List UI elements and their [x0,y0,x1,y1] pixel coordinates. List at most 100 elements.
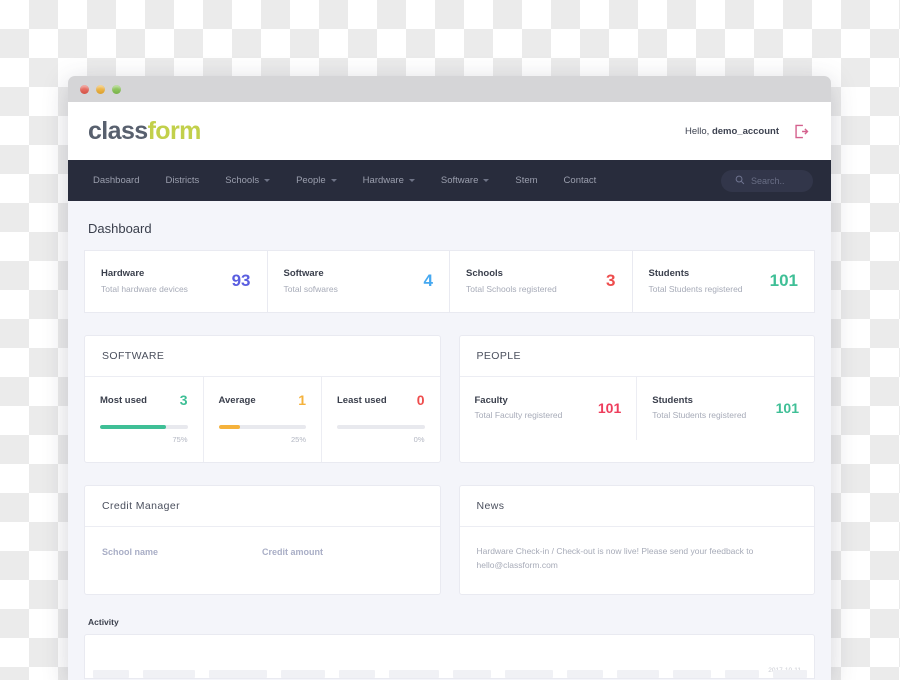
people-faculty-text: Faculty Total Faculty registered [475,395,563,420]
progress-fill [218,425,241,429]
search-placeholder: Search.. [751,175,785,186]
software-least-used[interactable]: Least used 0 0% [322,377,440,462]
stat-card-hardware[interactable]: Hardware Total hardware devices 93 [84,250,267,313]
app-header: classform Hello, demo_account [68,102,831,160]
stat-label: Schools [466,268,503,279]
placeholder-block [505,670,553,679]
credit-manager-title: Credit Manager [85,486,440,527]
nav-label: Dashboard [93,175,140,186]
software-most-used-top: Most used 3 [100,392,188,408]
nav-label: Stem [515,175,538,186]
stat-sublabel: Total hardware devices [101,284,188,294]
nav-item-people[interactable]: People [283,175,350,186]
nav-label: Districts [165,175,200,186]
stat-card-students[interactable]: Students Total Students registered 101 [631,250,815,313]
maximize-window-icon[interactable] [112,84,121,94]
placeholder-block [389,670,439,679]
chevron-down-icon [330,179,337,182]
placeholder-block [673,670,711,679]
search-box[interactable]: Search.. [721,169,813,192]
stat-card-software[interactable]: Software Total sofwares 4 [266,250,449,313]
metric-label: Students [652,395,693,406]
stat-card-schools[interactable]: Schools Total Schools registered 3 [449,250,632,313]
main-navigation: Dashboard Districts Schools People Hardw… [68,160,831,201]
placeholder-block [209,670,267,679]
nav-item-contact[interactable]: Contact [551,175,610,186]
close-window-icon[interactable] [80,84,89,94]
search-icon [735,172,745,190]
people-faculty-top: Faculty Total Faculty registered 101 [475,395,622,420]
metric-sublabel: Total Faculty registered [474,410,563,420]
nav-item-software[interactable]: Software [428,175,503,186]
stat-label: Hardware [101,268,145,279]
progress-track [100,425,188,429]
metric-value: 1 [298,392,306,408]
news-title: News [459,486,814,527]
people-students-text: Students Total Students registered [652,395,746,420]
news-panel: News Hardware Check-in / Check-out is no… [458,485,815,596]
nav-label: Schools [225,175,260,186]
logo[interactable]: classform [88,117,201,146]
stat-label: Students [648,268,690,279]
people-students-top: Students Total Students registered 101 [652,395,799,420]
metric-value: 101 [775,399,799,416]
credit-manager-body: School name Credit amount [85,527,440,583]
metric-label: Least used [337,394,387,406]
placeholder-block [453,670,491,679]
greeting: Hello, demo_account [685,126,779,137]
nav-label: Software [440,175,479,186]
minimize-window-icon[interactable] [96,84,105,94]
progress-percent: 25% [290,435,306,444]
logout-icon[interactable] [794,124,809,139]
stat-sublabel: Total Schools registered [466,284,557,294]
software-least-used-top: Least used 0 [337,392,425,408]
account-name: demo_account [711,125,779,137]
stat-sublabel: Total Students registered [648,284,743,294]
metric-value: 3 [179,392,188,408]
nav-items: Dashboard Districts Schools People Hardw… [86,175,609,186]
stat-value: 4 [423,271,433,290]
progress-bar: 25% [218,425,306,444]
column-header-school-name: School name [102,547,159,557]
people-students[interactable]: Students Total Students registered 101 [637,377,814,440]
credit-manager-panel: Credit Manager School name Credit amount [84,485,441,596]
nav-item-hardware[interactable]: Hardware [350,175,428,186]
metric-label: Average [218,394,256,406]
progress-bar: 75% [100,425,188,444]
people-panel-body: Faculty Total Faculty registered 101 Stu… [460,377,815,440]
nav-label: Hardware [362,175,404,186]
placeholder-block [339,670,375,679]
stat-text: Students Total Students registered [649,268,743,294]
stat-text: Hardware Total hardware devices [101,268,188,294]
placeholder-block [617,670,659,679]
page-content: Dashboard Hardware Total hardware device… [68,201,831,680]
nav-item-districts[interactable]: Districts [152,175,212,186]
activity-placeholder-row [85,669,814,679]
account-area: Hello, demo_account [685,124,809,139]
nav-item-dashboard[interactable]: Dashboard [86,175,152,186]
progress-fill [100,425,166,429]
software-average[interactable]: Average 1 25% [204,377,322,462]
software-most-used[interactable]: Most used 3 75% [85,377,204,462]
chevron-down-icon [408,179,415,182]
logo-part-class: class [88,116,148,145]
placeholder-block [773,670,807,679]
nav-label: Contact [563,175,597,186]
people-faculty[interactable]: Faculty Total Faculty registered 101 [460,377,638,440]
software-people-row: SOFTWARE Most used 3 75% Average 1 25% L… [84,335,815,463]
browser-window: classform Hello, demo_account Dashboard … [68,76,831,680]
greeting-prefix: Hello, [685,125,710,137]
stat-sublabel: Total sofwares [283,284,338,294]
progress-track [337,425,425,429]
progress-bar: 0% [337,425,425,444]
nav-item-stem[interactable]: Stem [502,175,550,186]
progress-track [218,425,306,429]
metric-value: 101 [597,399,622,416]
stat-text: Schools Total Schools registered [466,268,557,294]
nav-item-schools[interactable]: Schools [212,175,283,186]
metric-sublabel: Total Students registered [652,410,747,420]
software-average-top: Average 1 [219,392,307,408]
nav-label: People [296,175,326,186]
metric-label: Faculty [474,395,508,406]
page-title: Dashboard [88,221,152,236]
